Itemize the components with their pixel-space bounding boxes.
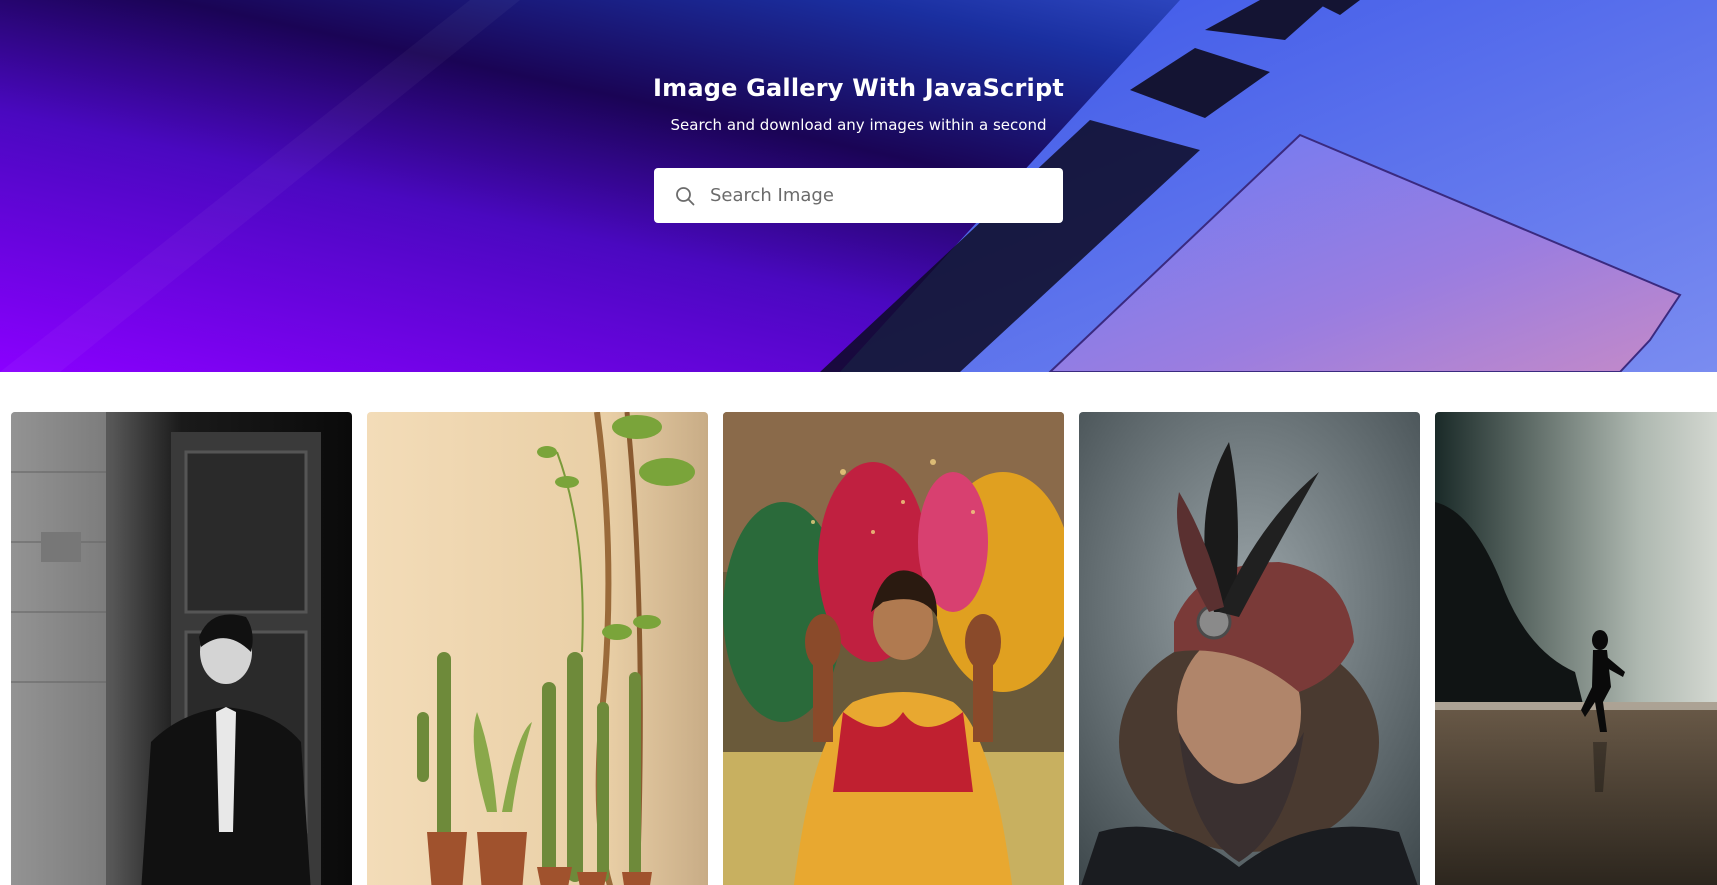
search-box[interactable] bbox=[654, 168, 1063, 223]
search-icon bbox=[674, 185, 696, 207]
hero-banner: Image Gallery With JavaScript Search and… bbox=[0, 0, 1717, 372]
gallery-image-bride-celebration[interactable] bbox=[723, 412, 1064, 885]
page-subtitle: Search and download any images within a … bbox=[670, 116, 1047, 134]
page-title: Image Gallery With JavaScript bbox=[652, 74, 1064, 102]
image-gallery bbox=[11, 412, 1717, 885]
gallery-image-man-in-suit[interactable] bbox=[11, 412, 352, 885]
hero-content: Image Gallery With JavaScript Search and… bbox=[0, 0, 1717, 372]
gallery-image-cactus-plants[interactable] bbox=[367, 412, 708, 885]
gallery-image-man-with-turban[interactable] bbox=[1079, 412, 1420, 885]
gallery-image-woman-on-beach[interactable] bbox=[1435, 412, 1717, 885]
search-input[interactable] bbox=[710, 185, 1040, 206]
